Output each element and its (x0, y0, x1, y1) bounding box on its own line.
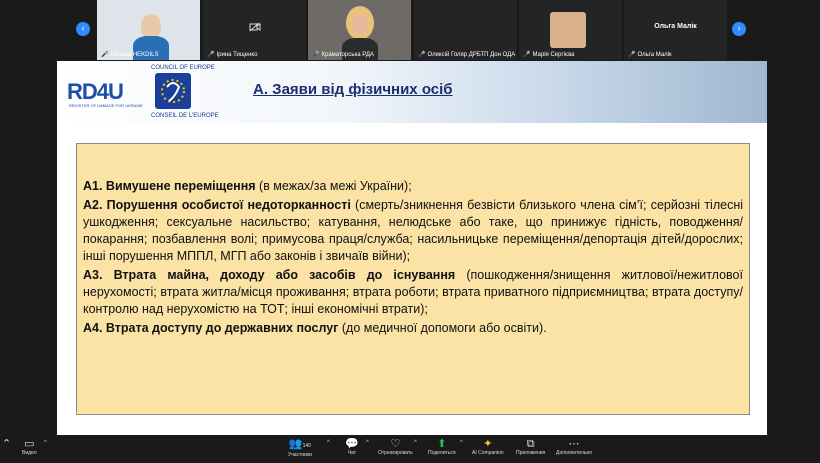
participants-label: Участники (288, 452, 312, 458)
audio-button[interactable]: ⌃ (2, 438, 11, 450)
avatar (550, 12, 586, 48)
chat-label: Чат (347, 450, 356, 456)
react-label: Отреагировать (378, 450, 413, 456)
more-icon: ⋯ (568, 438, 580, 450)
more-button[interactable]: ⋯ Дополнительно (556, 438, 592, 456)
apps-icon: ⧉ (526, 438, 535, 450)
claim-description: (в межах/за межі України); (255, 179, 412, 193)
sparkle-icon: ✦ (483, 438, 493, 450)
participant-name: 🎤 Краматорська РДА (312, 52, 374, 58)
more-label: Дополнительно (556, 450, 592, 456)
ai-companion-button[interactable]: ✦ AI Companion (472, 438, 504, 456)
slide-header: RD4U REGISTER OF DAMAGE FOR UKRAINE COUN… (57, 61, 767, 123)
participant-name: 🎤 Марія Сергієва (523, 52, 575, 58)
participant-tile[interactable]: 🎤 Краматорська РДА (308, 0, 411, 60)
share-button[interactable]: ⬆ Поделиться (428, 438, 456, 456)
coe-logo-bottom: CONSEIL DE L'EUROPE (151, 113, 219, 119)
ai-companion-label: AI Companion (472, 450, 504, 456)
council-of-europe-logo: COUNCIL OF EUROPE CONSEIL DE L'EUROPE (151, 65, 221, 121)
chevron-right-icon[interactable]: › (732, 22, 746, 36)
rd4u-logo-text: RD4U (67, 79, 124, 104)
coe-logo-top: COUNCIL OF EUROPE (151, 65, 215, 71)
participant-tile[interactable]: 🎤 Марія Сергієва (519, 0, 622, 60)
claim-heading: А1. Вимушене переміщення (83, 179, 256, 193)
slide-title: А. Заяви від фізичних осіб (253, 81, 453, 98)
claim-heading: А3. Втрата майна, доходу або засобів до … (83, 268, 456, 282)
share-screen-icon: ⬆ (437, 438, 447, 450)
video-options-caret[interactable]: ^ (44, 440, 47, 446)
claim-item: А1. Вимушене переміщення (в межах/за меж… (83, 178, 743, 195)
chat-button[interactable]: 💬 Чат (345, 438, 359, 456)
participant-gallery: ‹ 🎤 Oksana HEKDILS 🎤 Ірина Тищенко 🎤 Крамат… (0, 0, 820, 61)
participants-options-caret[interactable]: ^ (327, 440, 330, 446)
participant-name: 🎤 Ольга Малік (628, 52, 672, 58)
video-label: Видео (22, 450, 37, 456)
apps-button[interactable]: ⧉ Приложения (516, 438, 545, 456)
participants-button[interactable]: 👥140 Участники (288, 438, 312, 458)
participants-count: 140 (302, 443, 311, 449)
shared-slide: RD4U REGISTER OF DAMAGE FOR UKRAINE COUN… (57, 61, 767, 435)
participant-name: 🎤 Олексій Голяр ДРБТП Дон ОДА (418, 52, 516, 58)
participant-tile[interactable]: 🎤 Oksana HEKDILS (97, 0, 200, 60)
camera-icon: ▭ (24, 438, 35, 450)
participant-name: 🎤 Oksana HEKDILS (101, 52, 159, 58)
heart-icon: ♡ (390, 438, 401, 450)
participant-tile[interactable]: 🎤 Ірина Тищенко (203, 0, 306, 60)
participants-icon: 👥140 (288, 438, 311, 450)
claim-heading: А2. Порушення особистої недоторканності (83, 198, 351, 212)
share-options-caret[interactable]: ^ (460, 440, 463, 446)
claim-item: А3. Втрата майна, доходу або засобів до … (83, 267, 743, 318)
participant-video (141, 14, 161, 38)
claim-heading: А4. Втрата доступу до державних послуг (83, 321, 339, 335)
claim-description: (до медичної допомоги або освіти). (338, 321, 547, 335)
chat-options-caret[interactable]: ^ (366, 440, 369, 446)
claim-item: А2. Порушення особистої недоторканності … (83, 197, 743, 265)
react-button[interactable]: ♡ Отреагировать (378, 438, 413, 456)
participant-tile[interactable]: 🎤 Олексій Голяр ДРБТП Дон ОДА (414, 0, 517, 60)
react-options-caret[interactable]: ^ (414, 440, 417, 446)
rd4u-logo: RD4U REGISTER OF DAMAGE FOR UKRAINE (65, 67, 143, 117)
participant-tile[interactable]: Ольга Малік 🎤 Ольга Малік (624, 0, 727, 60)
video-off-icon (249, 22, 261, 32)
claim-item: А4. Втрата доступу до державних послуг (… (83, 320, 743, 337)
participant-name: 🎤 Ірина Тищенко (207, 52, 258, 58)
rd4u-logo-subtitle: REGISTER OF DAMAGE FOR UKRAINE (69, 103, 144, 108)
participant-video (352, 14, 368, 34)
apps-label: Приложения (516, 450, 546, 456)
video-button[interactable]: ▭ Видео (22, 438, 37, 456)
claims-text-box: А1. Вимушене переміщення (в межах/за меж… (76, 143, 750, 415)
share-label: Поделиться (428, 450, 456, 456)
meeting-toolbar: ⌃ ▭ Видео ^ 👥140 Участники ^ 💬 Чат ^ ♡ О… (0, 435, 820, 463)
participant-display-name: Ольга Малік (654, 23, 697, 30)
chat-icon: 💬 (345, 438, 359, 450)
coe-flag-icon (155, 73, 191, 109)
chevron-left-icon[interactable]: ‹ (76, 22, 90, 36)
